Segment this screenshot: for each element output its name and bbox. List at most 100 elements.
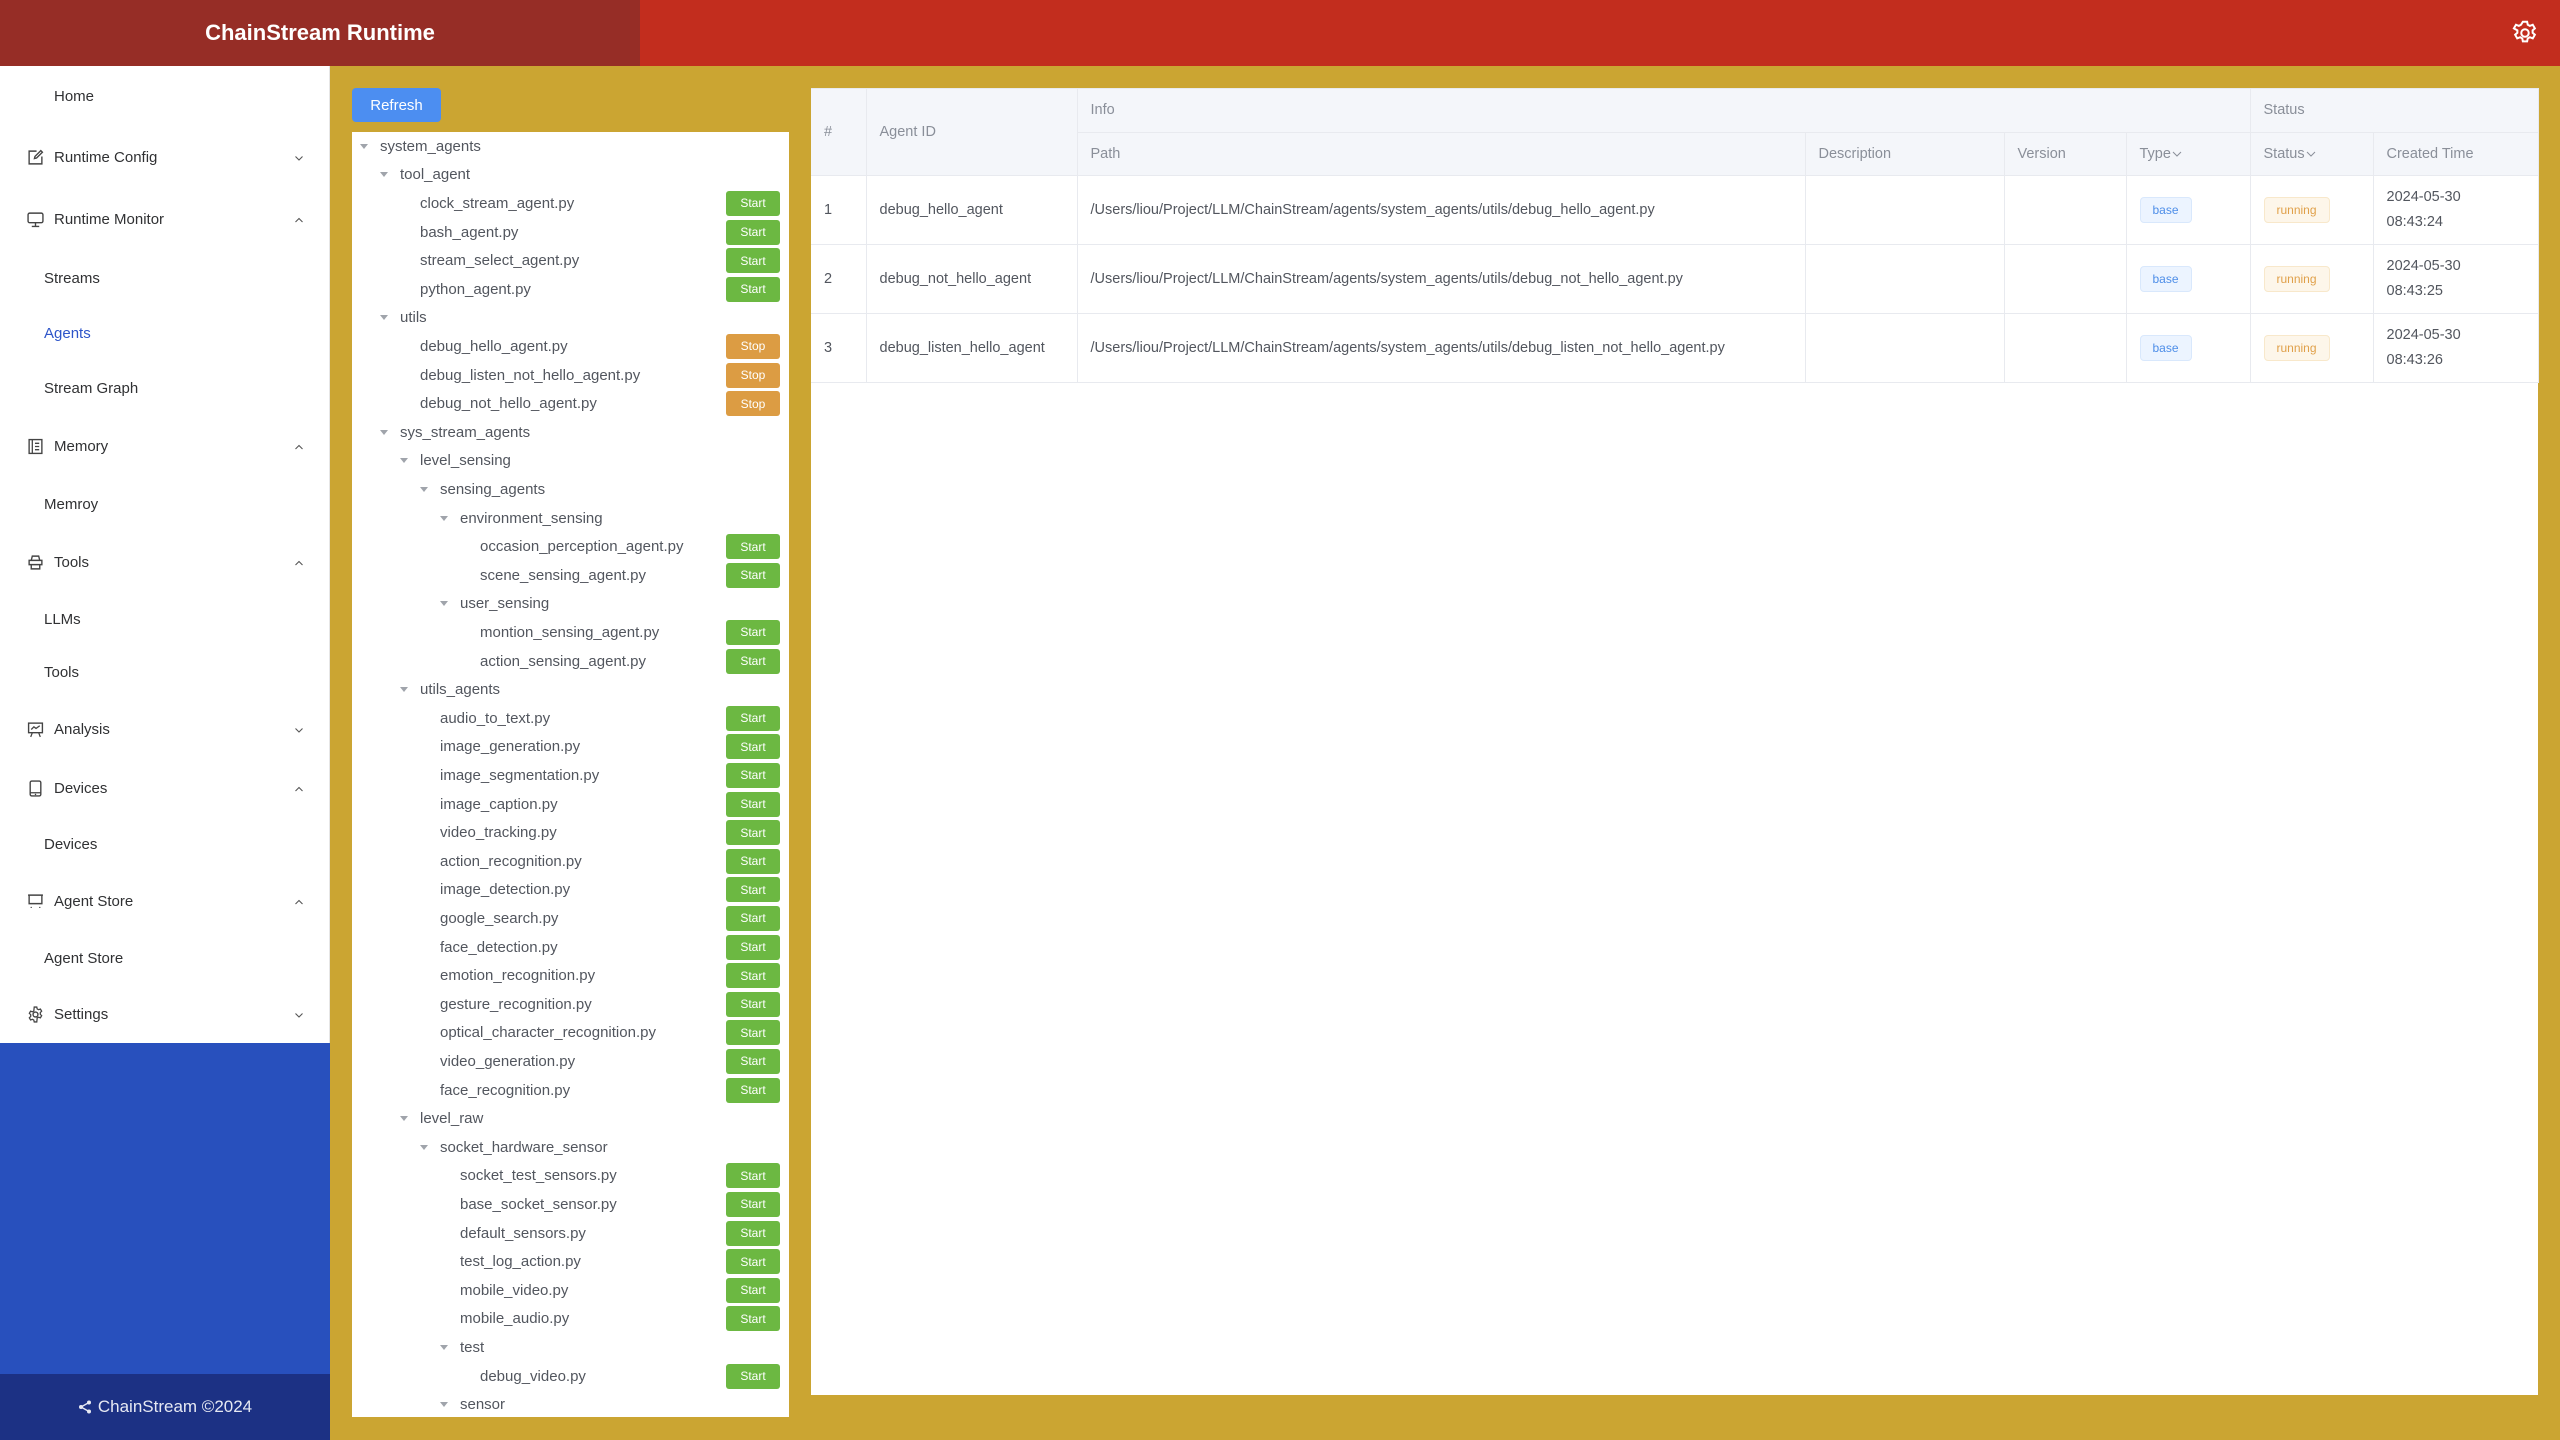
sidebar-group-tools[interactable]: Tools (0, 534, 329, 590)
tree-file[interactable]: audio_to_text.py Start (352, 704, 789, 733)
tree-node-label[interactable]: stream_select_agent.py (420, 252, 579, 269)
tree-node-label[interactable]: image_caption.py (440, 796, 558, 813)
tree-node-label[interactable]: level_sensing (420, 452, 511, 469)
tree-file[interactable]: image_segmentation.py Start (352, 761, 789, 790)
tree-file[interactable]: mobile_video.py Start (352, 1276, 789, 1305)
tree-folder[interactable]: tool_agent (352, 161, 789, 190)
tree-file[interactable]: socket_test_sensors.py Start (352, 1162, 789, 1191)
table-row[interactable]: 2 debug_not_hello_agent/Users/liou/Projec… (811, 244, 2539, 314)
sidebar-group-memory[interactable]: Memory (0, 418, 329, 474)
tree-node-label[interactable]: montion_sensing_agent.py (480, 624, 659, 641)
caret-down-icon[interactable] (380, 429, 388, 435)
sidebar-item-streams[interactable]: Streams (0, 250, 329, 306)
start-agent-button[interactable]: Start (726, 762, 780, 788)
start-agent-button[interactable]: Start (726, 991, 780, 1017)
tree-node-label[interactable]: image_generation.py (440, 738, 580, 755)
start-agent-button[interactable]: Start (726, 648, 780, 674)
tree-node-label[interactable]: test_log_action.py (460, 1253, 581, 1270)
tree-node-label[interactable]: clock_stream_agent.py (420, 195, 574, 212)
start-agent-button[interactable]: Start (726, 1191, 780, 1217)
sidebar-group-settings[interactable]: Settings (0, 986, 329, 1042)
sidebar-group-devices[interactable]: Devices (0, 760, 329, 816)
table-row[interactable]: 1 debug_hello_agent/Users/liou/Project/LL… (811, 175, 2539, 245)
tree-node-label[interactable]: environment_sensing (460, 510, 603, 527)
start-agent-button[interactable]: Start (726, 705, 780, 731)
tree-node-label[interactable]: action_recognition.py (440, 853, 582, 870)
tree-node-label[interactable]: socket_hardware_sensor (440, 1139, 608, 1156)
tree-folder[interactable]: utils (352, 304, 789, 333)
tree-file[interactable]: clock_stream_agent.py Start (352, 189, 789, 218)
tree-folder[interactable]: utils_agents (352, 675, 789, 704)
stop-agent-button[interactable]: Stop (726, 333, 780, 359)
sidebar-item-agents[interactable]: Agents (0, 305, 329, 361)
tree-folder[interactable]: test (352, 1333, 789, 1362)
start-agent-button[interactable]: Start (726, 734, 780, 760)
stop-agent-button[interactable]: Stop (726, 362, 780, 388)
tree-node-label[interactable]: system_agents (380, 138, 481, 155)
tree-folder[interactable]: environment_sensing (352, 504, 789, 533)
start-agent-button[interactable]: Start (726, 791, 780, 817)
col-type-header[interactable]: Type (2125, 131, 2251, 176)
tree-node-label[interactable]: debug_not_hello_agent.py (420, 395, 597, 412)
tree-node-label[interactable]: socket_test_sensors.py (460, 1167, 617, 1184)
start-agent-button[interactable]: Start (726, 877, 780, 903)
tree-node-label[interactable]: bash_agent.py (420, 224, 518, 241)
tree-file[interactable]: emotion_recognition.py Start (352, 961, 789, 990)
tree-file[interactable]: google_search.py Start (352, 904, 789, 933)
start-agent-button[interactable]: Start (726, 1306, 780, 1332)
tree-node-label[interactable]: tool_agent (400, 166, 470, 183)
tree-node-label[interactable]: face_detection.py (440, 939, 558, 956)
tree-node-label[interactable]: google_search.py (440, 910, 558, 927)
tree-folder[interactable]: sys_stream_agents (352, 418, 789, 447)
caret-down-icon[interactable] (400, 687, 408, 693)
caret-down-icon[interactable] (400, 458, 408, 464)
start-agent-button[interactable]: Start (726, 963, 780, 989)
tree-node-label[interactable]: debug_hello_agent.py (420, 338, 568, 355)
sidebar-item-llms[interactable]: LLMs (0, 591, 329, 647)
tree-file[interactable]: default_sensors.py Start (352, 1219, 789, 1248)
tree-file[interactable]: debug_video.py Start (352, 1362, 789, 1391)
settings-button[interactable] (2510, 18, 2540, 48)
tree-node-label[interactable]: user_sensing (460, 595, 549, 612)
tree-node-label[interactable]: level_raw (420, 1110, 483, 1127)
tree-file[interactable]: debug_not_hello_agent.py Stop (352, 389, 789, 418)
start-agent-button[interactable]: Start (726, 190, 780, 216)
start-agent-button[interactable]: Start (726, 1163, 780, 1189)
caret-down-icon[interactable] (440, 515, 448, 521)
tree-node-label[interactable]: base_socket_sensor.py (460, 1196, 617, 1213)
tree-node-label[interactable]: audio_to_text.py (440, 710, 550, 727)
sidebar-item-stream-graph[interactable]: Stream Graph (0, 360, 329, 416)
caret-down-icon[interactable] (420, 486, 428, 492)
tree-node-label[interactable]: utils (400, 309, 427, 326)
tree-file[interactable]: python_agent.py Start (352, 275, 789, 304)
tree-file[interactable]: debug_listen_not_hello_agent.py Stop (352, 361, 789, 390)
start-agent-button[interactable]: Start (726, 934, 780, 960)
start-agent-button[interactable]: Start (726, 619, 780, 645)
tree-folder[interactable]: user_sensing (352, 590, 789, 619)
tree-node-label[interactable]: image_detection.py (440, 881, 570, 898)
tree-file[interactable]: face_detection.py Start (352, 933, 789, 962)
sidebar-item-memroy[interactable]: Memroy (0, 476, 329, 532)
start-agent-button[interactable]: Start (726, 219, 780, 245)
tree-file[interactable]: occasion_perception_agent.py Start (352, 532, 789, 561)
sidebar-group-agent-store[interactable]: Agent Store (0, 873, 329, 929)
caret-down-icon[interactable] (360, 143, 368, 149)
start-agent-button[interactable]: Start (726, 1220, 780, 1246)
caret-down-icon[interactable] (440, 1344, 448, 1350)
start-agent-button[interactable]: Start (726, 276, 780, 302)
tree-file[interactable]: gesture_recognition.py Start (352, 990, 789, 1019)
filter-chevron-icon[interactable] (2172, 149, 2182, 159)
sidebar-group-runtime-config[interactable]: Runtime Config (0, 129, 329, 185)
tree-file[interactable]: action_recognition.py Start (352, 847, 789, 876)
sidebar-group-analysis[interactable]: Analysis (0, 701, 329, 757)
start-agent-button[interactable]: Start (726, 848, 780, 874)
tree-node-label[interactable]: occasion_perception_agent.py (480, 538, 683, 555)
caret-down-icon[interactable] (380, 172, 388, 178)
tree-folder[interactable]: sensor (352, 1390, 789, 1417)
tree-node-label[interactable]: python_agent.py (420, 281, 531, 298)
start-agent-button[interactable]: Start (726, 562, 780, 588)
sidebar-item-tools[interactable]: Tools (0, 644, 329, 700)
tree-node-label[interactable]: scene_sensing_agent.py (480, 567, 646, 584)
tree-node-label[interactable]: debug_listen_not_hello_agent.py (420, 367, 640, 384)
refresh-button[interactable]: Refresh (352, 88, 441, 122)
